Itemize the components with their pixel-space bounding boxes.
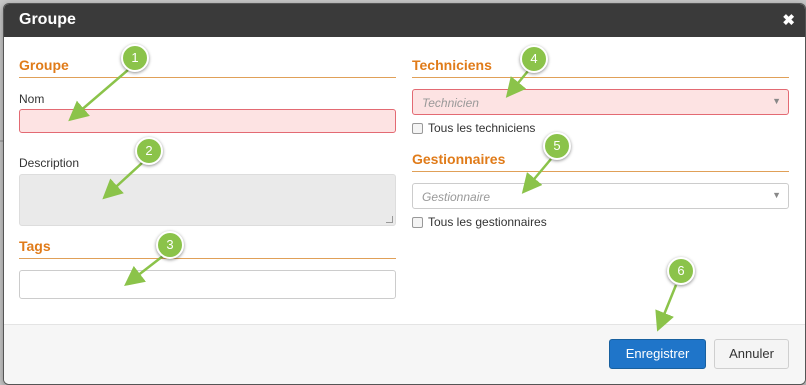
tous-gestionnaires-label[interactable]: Tous les gestionnaires [428, 215, 547, 229]
techniciens-section-title: Techniciens [412, 57, 492, 73]
technicien-placeholder: Technicien [422, 96, 479, 110]
dialog-title: Groupe [19, 11, 76, 28]
resize-handle-icon[interactable] [386, 216, 393, 223]
nom-input[interactable] [19, 109, 396, 133]
gestionnaires-section-divider [412, 171, 789, 172]
dialog-header: Groupe ✖ [4, 4, 805, 37]
chevron-down-icon: ▼ [772, 96, 781, 106]
tags-input[interactable] [19, 270, 396, 299]
groupe-section-title: Groupe [19, 57, 69, 73]
annotation-badge-5: 5 [543, 132, 571, 160]
tous-techniciens-checkbox[interactable] [412, 123, 423, 134]
annotation-badge-6: 6 [667, 257, 695, 285]
tags-section-divider [19, 258, 396, 259]
annotation-badge-1: 1 [121, 44, 149, 72]
annotation-badge-4: 4 [520, 45, 548, 73]
chevron-down-icon: ▼ [772, 190, 781, 200]
gestionnaire-placeholder: Gestionnaire [422, 190, 491, 204]
technicien-select[interactable]: Technicien ▼ [412, 89, 789, 115]
annuler-button[interactable]: Annuler [714, 339, 789, 369]
gestionnaire-select[interactable]: Gestionnaire ▼ [412, 183, 789, 209]
close-icon[interactable]: ✖ [782, 11, 795, 29]
tous-techniciens-label[interactable]: Tous les techniciens [428, 121, 535, 135]
gestionnaires-section-title: Gestionnaires [412, 151, 506, 167]
techniciens-section-divider [412, 77, 789, 78]
tags-section-title: Tags [19, 238, 51, 254]
tous-gestionnaires-checkbox[interactable] [412, 217, 423, 228]
groupe-section-divider [19, 77, 396, 78]
dialog-footer: Enregistrer Annuler [4, 324, 805, 384]
annotation-badge-3: 3 [156, 231, 184, 259]
annotation-badge-2: 2 [135, 137, 163, 165]
description-label: Description [19, 156, 80, 170]
description-textarea[interactable] [19, 174, 396, 226]
nom-label: Nom [19, 92, 45, 106]
enregistrer-button[interactable]: Enregistrer [609, 339, 706, 369]
